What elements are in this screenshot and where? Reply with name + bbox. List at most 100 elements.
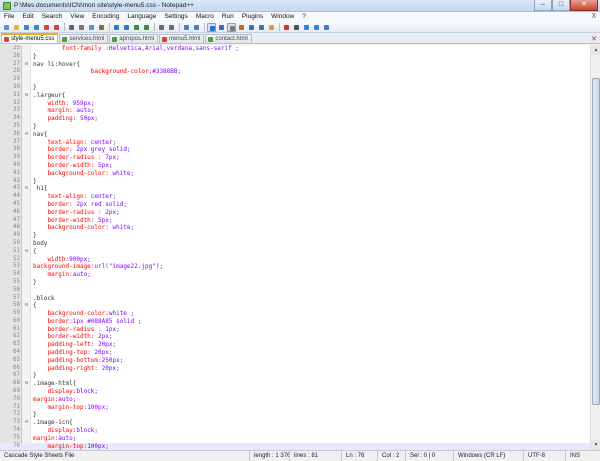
stop-record-icon[interactable] xyxy=(292,23,301,32)
menu-search[interactable]: Search xyxy=(38,12,67,22)
tab-style-menu5-css[interactable]: style-menu5.css xyxy=(1,33,59,43)
code-line[interactable]: 64 padding-top: 20px; xyxy=(0,349,590,357)
zoom-in-icon[interactable] xyxy=(157,23,166,32)
redo-icon[interactable] xyxy=(122,23,131,32)
save-all-icon[interactable] xyxy=(32,23,41,32)
tab-services-html[interactable]: services.html xyxy=(59,34,109,43)
scroll-up-arrow-icon[interactable]: ▲ xyxy=(591,45,600,55)
save-icon[interactable] xyxy=(22,23,31,32)
vertical-scrollbar[interactable]: ▲ ▼ xyxy=(590,45,600,450)
scroll-down-arrow-icon[interactable]: ▼ xyxy=(591,440,600,450)
code-line[interactable]: 48 background-color: white; xyxy=(0,224,590,232)
fold-toggle-icon[interactable]: ⊟ xyxy=(23,380,30,388)
code-line[interactable]: 59 background-color:white ; xyxy=(0,310,590,318)
fold-toggle-icon[interactable]: ⊟ xyxy=(23,302,30,310)
code-line[interactable]: 63 padding-left: 20px; xyxy=(0,341,590,349)
menu-view[interactable]: View xyxy=(66,12,88,22)
close-tab-button[interactable]: ✕ xyxy=(591,35,597,43)
code-line[interactable]: 53 background-image:url("image22.jpg"); xyxy=(0,263,590,271)
code-line[interactable]: 35} xyxy=(0,123,590,131)
menu-encoding[interactable]: Encoding xyxy=(88,12,123,22)
close-all-icon[interactable] xyxy=(52,23,61,32)
code-line[interactable]: 73 ⊟ .image-icn{ xyxy=(0,419,590,427)
code-line[interactable]: 29 xyxy=(0,76,590,84)
code-line[interactable]: 60 border:1px #088A85 solid ; xyxy=(0,318,590,326)
code-line[interactable]: 33 margin: auto; xyxy=(0,107,590,115)
code-line[interactable]: 52 width:900px; xyxy=(0,256,590,264)
record-macro-icon[interactable] xyxy=(282,23,291,32)
undo-icon[interactable] xyxy=(112,23,121,32)
code-line[interactable]: 40 border-width: 5px; xyxy=(0,162,590,170)
close-icon[interactable] xyxy=(42,23,51,32)
code-line[interactable]: 46 border-radius : 2px; xyxy=(0,209,590,217)
code-line[interactable]: 74 display:block; xyxy=(0,427,590,435)
menu-edit[interactable]: Edit xyxy=(18,12,37,22)
indent-guide-icon[interactable] xyxy=(227,22,236,32)
word-wrap-icon[interactable] xyxy=(207,22,216,32)
copy-icon[interactable] xyxy=(87,23,96,32)
code-line[interactable]: 58 ⊟{ xyxy=(0,302,590,310)
code-editor[interactable]: 25 font-family :Helvetica,Arial,verdana,… xyxy=(0,45,600,450)
status-encoding[interactable]: UTF-8 xyxy=(524,450,566,461)
menu-settings[interactable]: Settings xyxy=(160,12,192,22)
menu-macro[interactable]: Macro xyxy=(192,12,218,22)
menu-run[interactable]: Run xyxy=(218,12,238,22)
fold-toggle-icon[interactable]: ⊟ xyxy=(23,419,30,427)
code-line[interactable]: 51 ⊟{ xyxy=(0,248,590,256)
code-line[interactable]: 68 ⊟ .image-html{ xyxy=(0,380,590,388)
print-icon[interactable] xyxy=(67,23,76,32)
fold-toggle-icon[interactable]: ⊟ xyxy=(23,185,30,193)
code-line[interactable]: 75 margin:auto; xyxy=(0,435,590,443)
tab-contact-html[interactable]: contact.html xyxy=(205,34,252,43)
maximize-button[interactable]: □ xyxy=(552,0,570,11)
code-line[interactable]: 34 padding: 50px; xyxy=(0,115,590,123)
code-line[interactable]: 56 xyxy=(0,287,590,295)
code-line[interactable]: 44 text-align: center; xyxy=(0,193,590,201)
menu-help[interactable]: ? xyxy=(298,12,310,22)
tab-menu5-html[interactable]: menu5.html xyxy=(159,34,205,43)
code-line[interactable]: 66 padding-right: 20px; xyxy=(0,365,590,373)
code-line[interactable]: 61 border-radius : 1px; xyxy=(0,326,590,334)
code-line[interactable]: 31 ⊟ .largeur{ xyxy=(0,92,590,100)
code-line[interactable]: 41 background-color: white; xyxy=(0,170,590,178)
code-line[interactable]: 71 margin-top:100px; xyxy=(0,404,590,412)
replace-icon[interactable] xyxy=(142,23,151,32)
find-icon[interactable] xyxy=(132,23,141,32)
status-eol[interactable]: Windows (CR LF) xyxy=(454,450,524,461)
cut-icon[interactable] xyxy=(77,23,86,32)
menu-window[interactable]: Window xyxy=(267,12,298,22)
code-line[interactable]: 37 text-align: center; xyxy=(0,139,590,147)
code-line[interactable]: 45 border: 2px red solid; xyxy=(0,201,590,209)
run-macro-multiple-icon[interactable] xyxy=(312,23,321,32)
code-line[interactable]: 38 border: 2px grey solid; xyxy=(0,146,590,154)
fold-toggle-icon[interactable]: ⊟ xyxy=(23,92,30,100)
code-line[interactable]: 76 margin-top:100px; xyxy=(0,442,590,450)
menu-file[interactable]: File xyxy=(0,12,18,22)
code-line[interactable]: 47 border-width: 5px; xyxy=(0,217,590,225)
code-line[interactable]: 55} xyxy=(0,279,590,287)
code-line[interactable]: 25 font-family :Helvetica,Arial,verdana,… xyxy=(0,45,590,53)
play-macro-icon[interactable] xyxy=(302,23,311,32)
fold-toggle-icon[interactable]: ⊟ xyxy=(23,248,30,256)
code-line[interactable]: 36 ⊟ nav{ xyxy=(0,131,590,139)
save-macro-icon[interactable] xyxy=(322,23,331,32)
code-line[interactable]: 70 margin:auto; xyxy=(0,396,590,404)
code-line[interactable]: 28 background-color:#3388BB; xyxy=(0,68,590,76)
menu-language[interactable]: Language xyxy=(123,12,160,22)
code-line[interactable]: 30} xyxy=(0,84,590,92)
fold-toggle-icon[interactable]: ⊟ xyxy=(23,131,30,139)
sync-h-icon[interactable] xyxy=(192,23,201,32)
code-line[interactable]: 49} xyxy=(0,232,590,240)
code-lines[interactable]: 25 font-family :Helvetica,Arial,verdana,… xyxy=(0,45,590,450)
sync-v-icon[interactable] xyxy=(182,23,191,32)
folder-as-workspace-icon[interactable] xyxy=(267,23,276,32)
zoom-out-icon[interactable] xyxy=(167,23,176,32)
code-line[interactable]: 62 border-width: 2px; xyxy=(0,333,590,341)
code-line[interactable]: 69 display:block; xyxy=(0,388,590,396)
function-list-icon[interactable] xyxy=(257,23,266,32)
tab-apropos-html[interactable]: apropos.html xyxy=(109,34,159,43)
all-chars-icon[interactable] xyxy=(217,23,226,32)
close-document-x-button[interactable]: X xyxy=(591,12,596,22)
user-lang-icon[interactable] xyxy=(237,23,246,32)
code-line[interactable]: 50 body xyxy=(0,240,590,248)
